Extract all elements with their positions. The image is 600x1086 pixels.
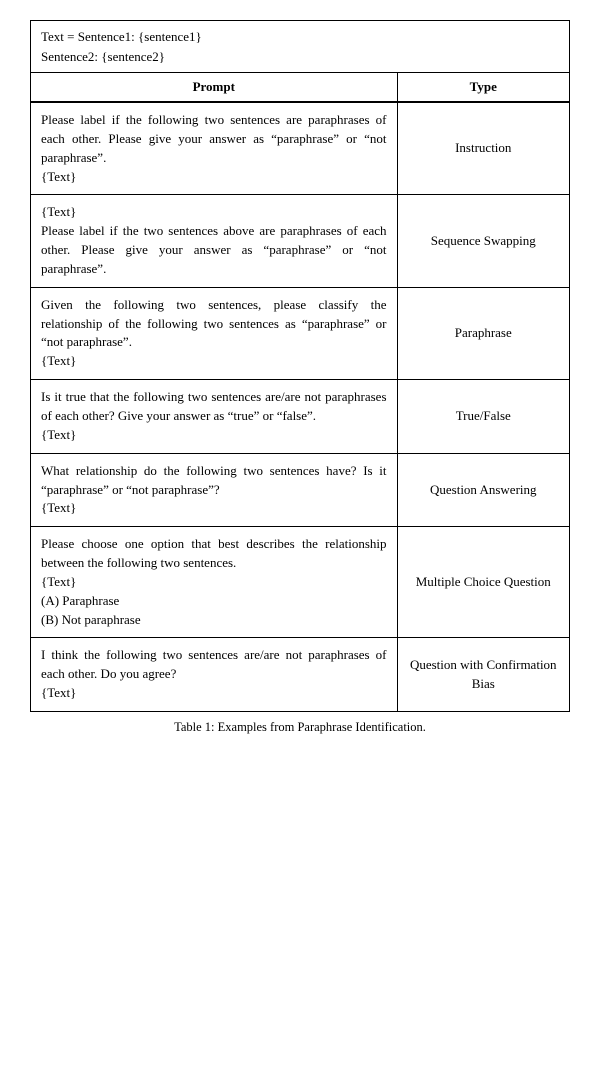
prompt-cell: I think the following two sentences are/… (31, 638, 398, 712)
table-row: Given the following two sentences, pleas… (31, 287, 570, 379)
type-cell: Paraphrase (397, 287, 569, 379)
prompt-cell: {Text}Please label if the two sentences … (31, 195, 398, 287)
table-row: Please choose one option that best descr… (31, 527, 570, 638)
type-cell: Multiple Choice Question (397, 527, 569, 638)
table-row: What relationship do the following two s… (31, 453, 570, 527)
header-prompt: Prompt (31, 73, 398, 103)
caption-line1: Text = Sentence1: {sentence1} (41, 29, 202, 44)
table-caption: Table 1: Examples from Paraphrase Identi… (30, 720, 570, 735)
type-cell: Instruction (397, 102, 569, 195)
header-type: Type (397, 73, 569, 103)
main-table: Prompt Type Please label if the followin… (30, 72, 570, 712)
table-row: Please label if the following two senten… (31, 102, 570, 195)
prompt-cell: Please choose one option that best descr… (31, 527, 398, 638)
table-row: {Text}Please label if the two sentences … (31, 195, 570, 287)
prompt-cell: Given the following two sentences, pleas… (31, 287, 398, 379)
type-cell: Question Answering (397, 453, 569, 527)
type-cell: Question with Confirmation Bias (397, 638, 569, 712)
caption-line2: Sentence2: {sentence2} (41, 49, 165, 64)
prompt-cell: What relationship do the following two s… (31, 453, 398, 527)
table-row: I think the following two sentences are/… (31, 638, 570, 712)
table-row: Is it true that the following two senten… (31, 380, 570, 454)
type-cell: Sequence Swapping (397, 195, 569, 287)
text-caption: Text = Sentence1: {sentence1} Sentence2:… (30, 20, 570, 72)
prompt-cell: Is it true that the following two senten… (31, 380, 398, 454)
type-cell: True/False (397, 380, 569, 454)
prompt-cell: Please label if the following two senten… (31, 102, 398, 195)
